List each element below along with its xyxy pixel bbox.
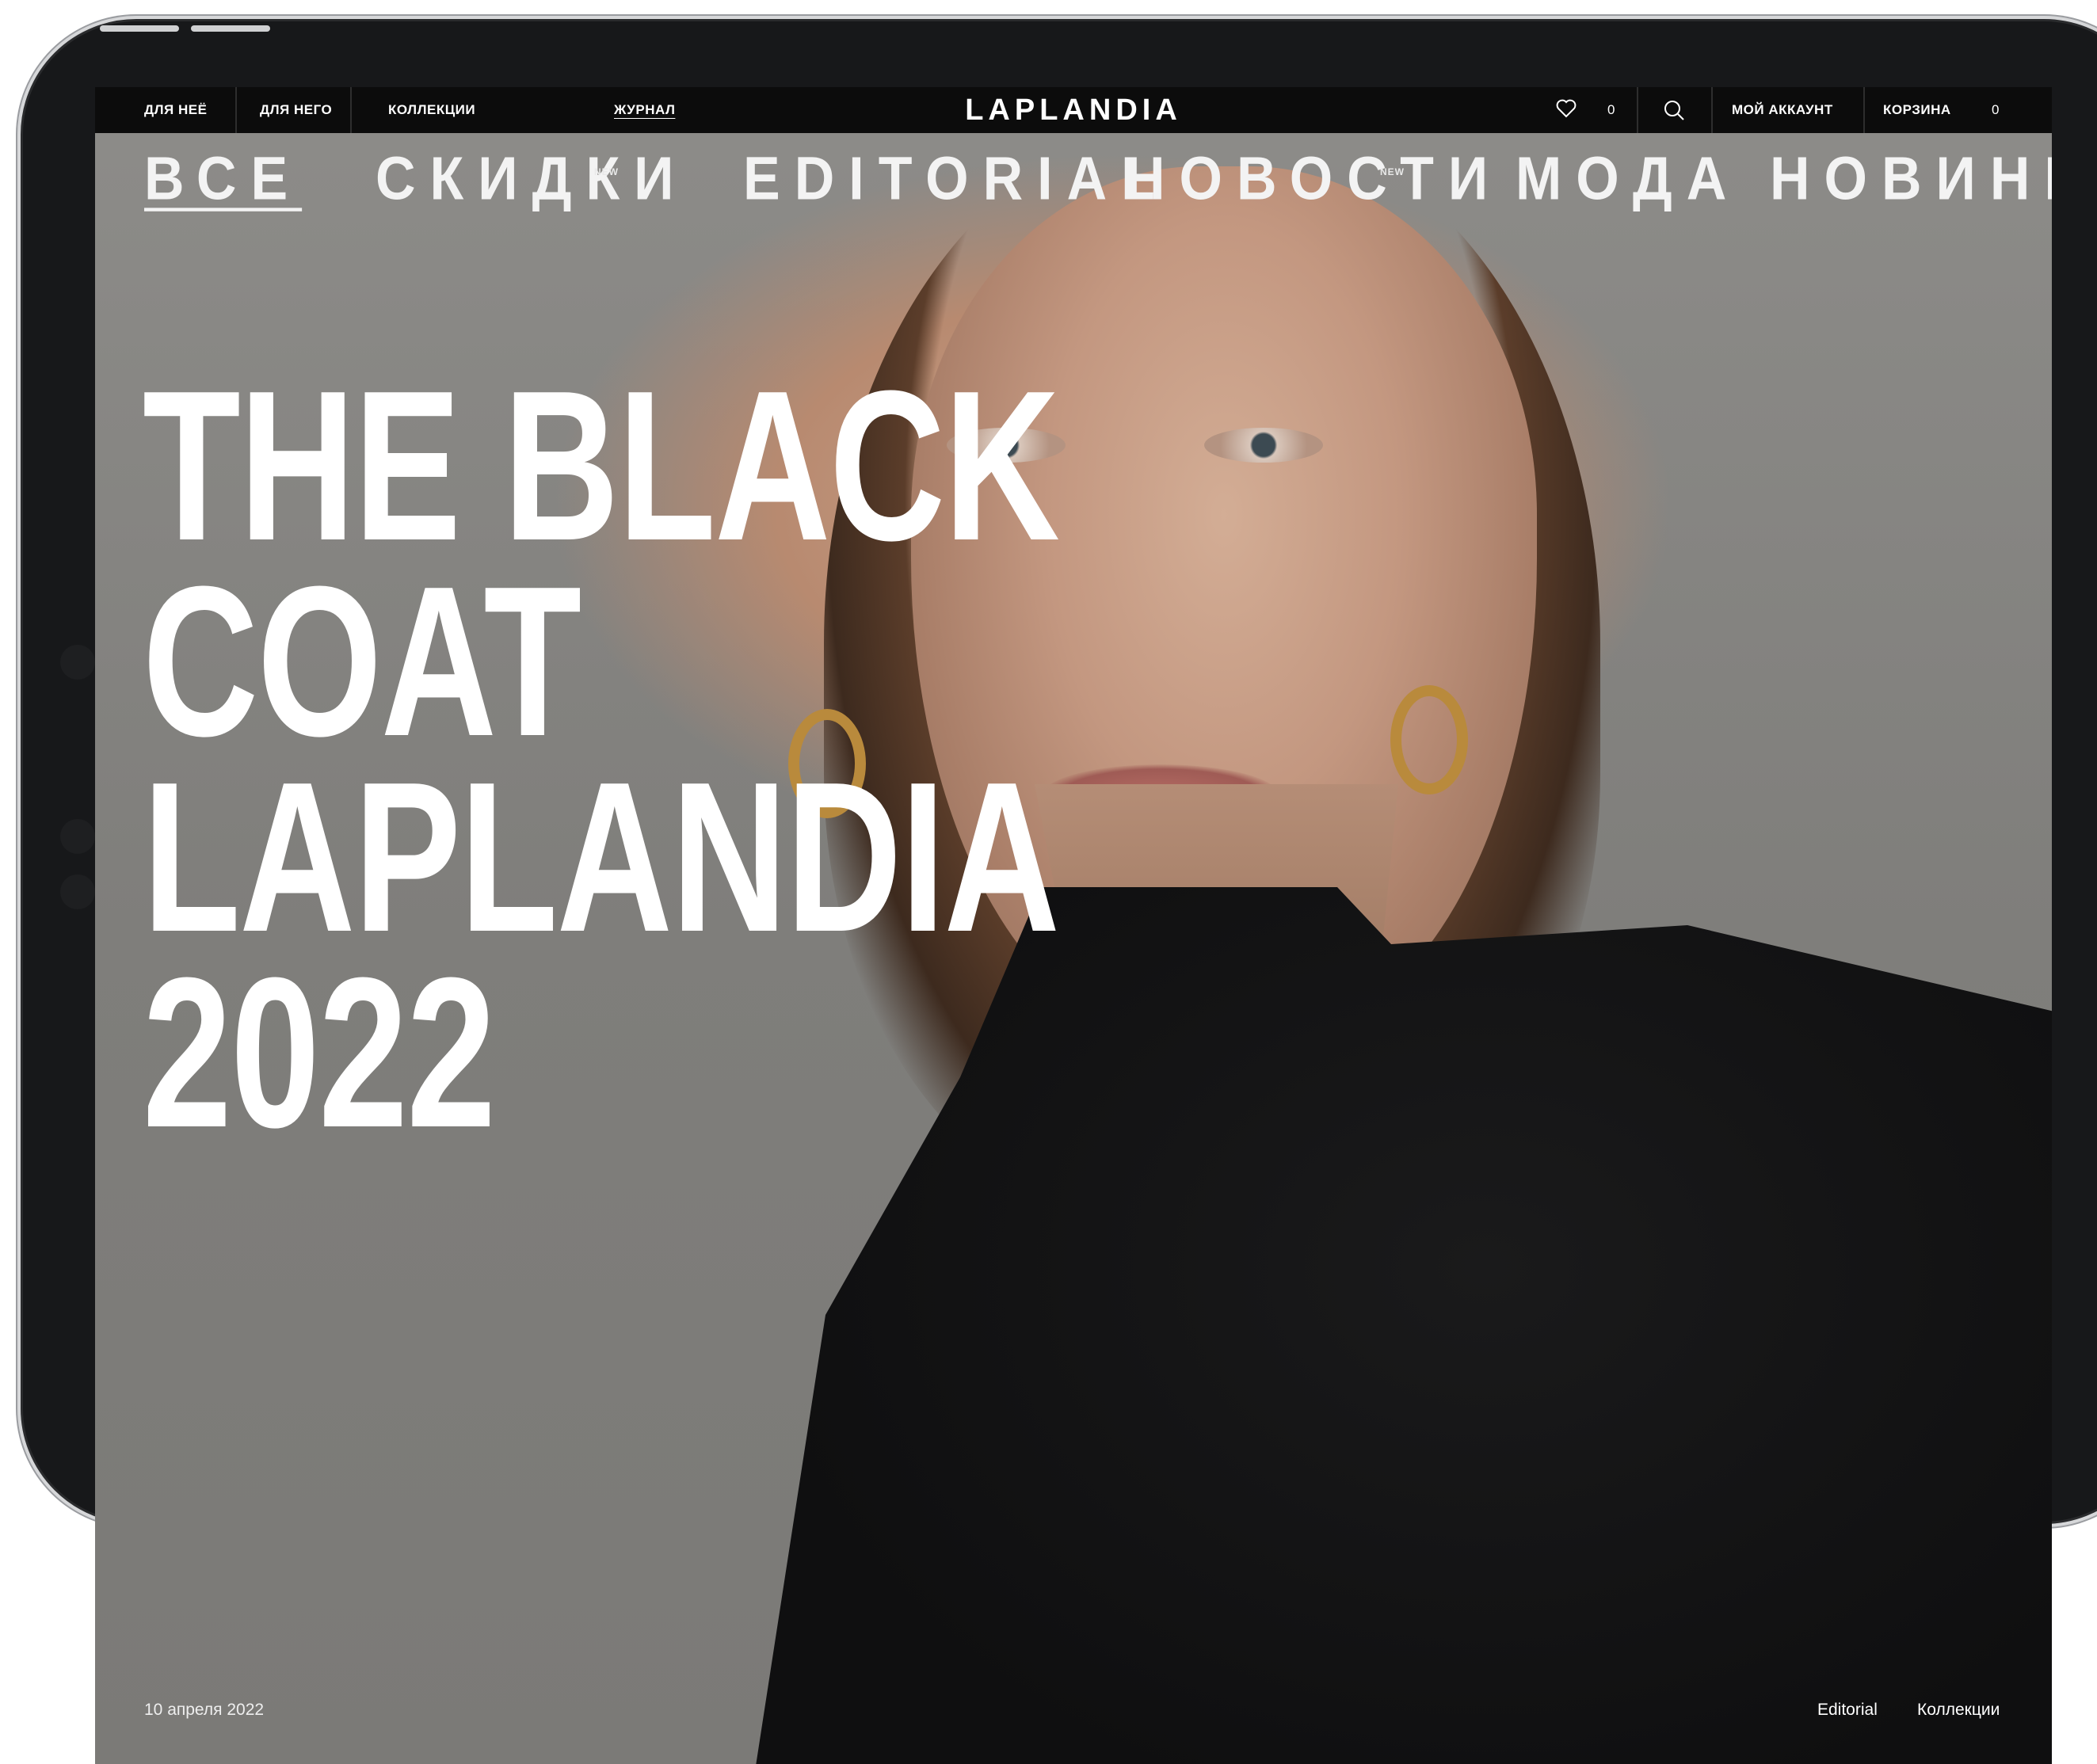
wishlist-count: 0 — [1607, 102, 1615, 117]
nav-divider — [1711, 87, 1713, 133]
top-navigation-bar: ДЛЯ НЕЁ ДЛЯ НЕГО КОЛЛЕКЦИИ ЖУРНАЛ LAPLAN… — [95, 87, 2052, 133]
tag-link-editorial[interactable]: Editorial — [1817, 1701, 1878, 1720]
nav-link-for-him[interactable]: ДЛЯ НЕГО — [260, 87, 332, 133]
hero-headline-line: 2022 — [143, 934, 496, 1172]
hero-headline: THE BLACK COAT LAPLANDIA 2022 — [143, 347, 1060, 1172]
tablet-power-button — [191, 25, 270, 32]
nav-divider — [235, 87, 237, 133]
nav-divider — [1637, 87, 1638, 133]
search-icon[interactable] — [1662, 87, 1686, 133]
nav-link-journal[interactable]: ЖУРНАЛ — [614, 87, 675, 133]
new-badge: NEW — [594, 166, 619, 177]
category-new-arrivals[interactable]: НОВИНКИ — [1770, 148, 2052, 209]
tablet-volume-button — [100, 25, 179, 32]
nav-divider — [1863, 87, 1865, 133]
tablet-camera-dot — [60, 645, 95, 680]
hero-headline-line: COAT — [143, 543, 581, 781]
heart-icon[interactable] — [1555, 87, 1577, 133]
hero-photo-earring-right — [1390, 685, 1468, 794]
category-navigation: ВСЕ СКИДКИ NEW EDITORIAL НОВОСТИ NEW МОД… — [95, 133, 2052, 220]
tablet-sensor-dot — [60, 819, 95, 854]
article-date: 10 апреля 2022 — [144, 1701, 265, 1719]
category-sale[interactable]: СКИДКИ — [376, 148, 688, 209]
nav-link-collections[interactable]: КОЛЛЕКЦИИ — [388, 87, 475, 133]
hero-photo-eye-right — [1204, 428, 1323, 463]
category-news[interactable]: НОВОСТИ — [1125, 148, 1502, 209]
cart-count: 0 — [1992, 102, 2000, 117]
category-editorial[interactable]: EDITORIAL — [743, 148, 1169, 209]
hero-headline-line: THE BLACK — [143, 347, 1060, 585]
category-all[interactable]: ВСЕ — [144, 148, 302, 209]
nav-link-for-her[interactable]: ДЛЯ НЕЁ — [144, 87, 207, 133]
new-badge: NEW — [1380, 166, 1405, 177]
screen: ДЛЯ НЕЁ ДЛЯ НЕГО КОЛЛЕКЦИИ ЖУРНАЛ LAPLAN… — [95, 87, 2052, 1764]
nav-divider — [350, 87, 352, 133]
hero-headline-line: LAPLANDIA — [143, 738, 1060, 977]
category-fashion[interactable]: МОДА — [1516, 148, 1741, 209]
tag-link-collections[interactable]: Коллекции — [1917, 1701, 2000, 1720]
my-account-link[interactable]: МОЙ АККАУНТ — [1732, 87, 1833, 133]
brand-logo[interactable]: LAPLANDIA — [936, 87, 1211, 133]
tablet-sensor-dot-2 — [60, 874, 95, 909]
cart-link[interactable]: КОРЗИНА — [1883, 87, 1951, 133]
